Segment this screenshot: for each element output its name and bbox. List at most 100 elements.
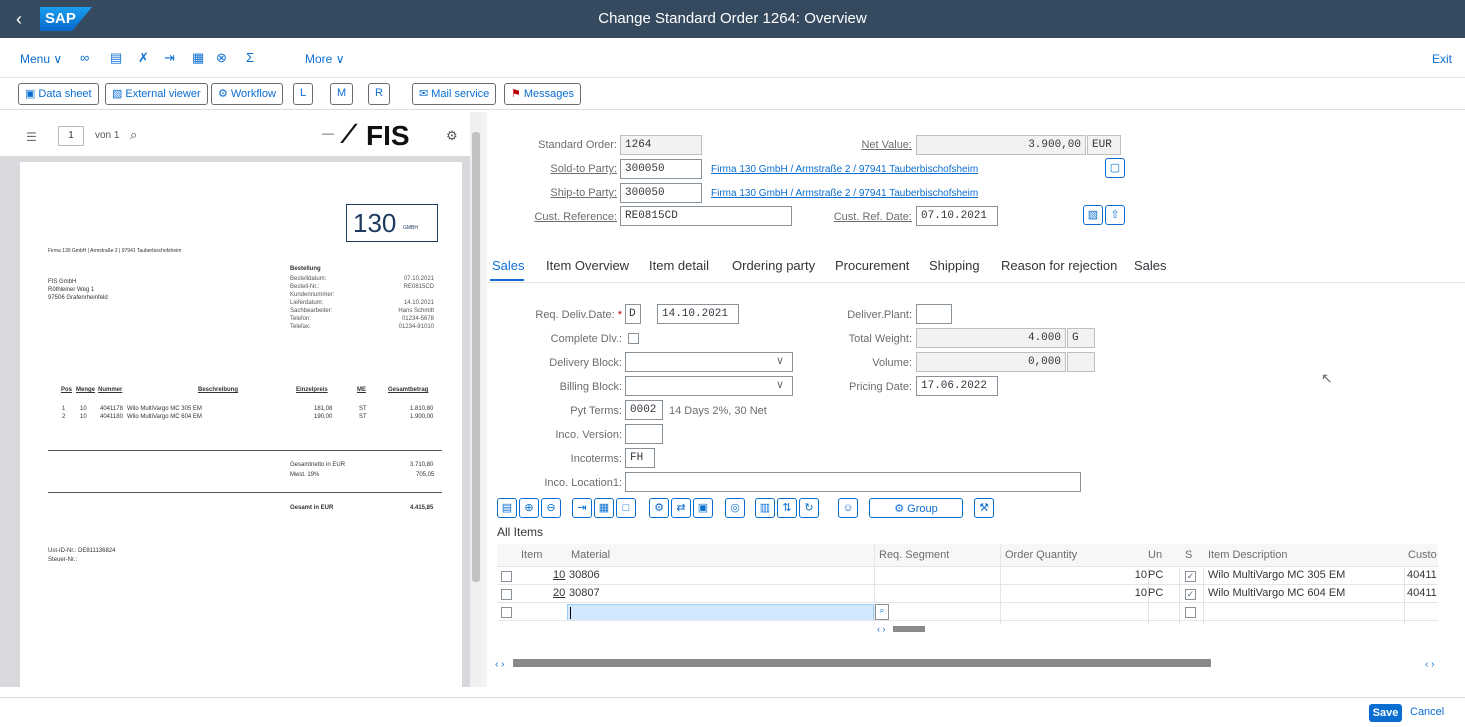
ship-to-link[interactable]: Firma 130 GmbH / Armstraße 2 / 97941 Tau…	[711, 188, 978, 199]
row-status-checkbox[interactable]: ✓	[1185, 589, 1196, 600]
add-row-button[interactable]: ⊕	[519, 498, 539, 518]
save-document-button[interactable]: ▧	[1083, 205, 1103, 225]
col-order-quantity[interactable]: Order Quantity	[1005, 544, 1077, 566]
inco-location-field[interactable]	[625, 472, 1081, 492]
row-select-checkbox[interactable]	[501, 589, 512, 600]
exit-button[interactable]: Exit	[1432, 52, 1452, 66]
export-icon[interactable]: ⇥	[164, 50, 175, 66]
sold-to-link[interactable]: Firma 130 GmbH / Armstraße 2 / 97941 Tau…	[711, 164, 978, 175]
row-customer[interactable]: 40411	[1407, 566, 1437, 584]
row-unit[interactable]: PC	[1148, 566, 1163, 584]
tab-item-detail[interactable]: Item detail	[649, 258, 709, 273]
upload-button[interactable]: ⇧	[1105, 205, 1125, 225]
row-status-checkbox[interactable]: ✓	[1185, 571, 1196, 582]
table-settings-button[interactable]: ▥	[755, 498, 775, 518]
row-item-number[interactable]: 10	[553, 566, 565, 584]
document-icon[interactable]: ▤	[110, 50, 122, 66]
col-item-description[interactable]: Item Description	[1208, 544, 1287, 566]
zoom-out-icon[interactable]: —	[322, 126, 334, 140]
l-button[interactable]: L	[293, 83, 314, 105]
search-icon[interactable]: ⌕	[130, 127, 137, 143]
row-material[interactable]: 30807	[569, 584, 600, 602]
insert-button[interactable]: ⇥	[572, 498, 592, 518]
scroll-arrows-right[interactable]: ‹ ›	[1425, 659, 1434, 670]
incoterms-field[interactable]: FH	[625, 448, 655, 468]
workflow-button[interactable]: ⚙ Workflow	[211, 83, 283, 105]
sort-button[interactable]: ⇅	[777, 498, 797, 518]
row-description[interactable]: Wilo MultiVargo MC 305 EM	[1208, 566, 1345, 584]
column-scroll-thumb[interactable]	[893, 626, 925, 632]
row-quantity[interactable]: 10	[1117, 584, 1147, 602]
tab-shipping[interactable]: Shipping	[929, 258, 980, 273]
delivery-block-select[interactable]: ∨	[625, 352, 793, 372]
req-deliv-date-field[interactable]: 14.10.2021	[657, 304, 739, 324]
translate-button[interactable]: ⇄	[671, 498, 691, 518]
row-unit[interactable]: PC	[1148, 584, 1163, 602]
ship-to-field[interactable]: 300050	[620, 183, 702, 203]
row-status-checkbox[interactable]	[1185, 607, 1196, 618]
cust-ref-date-field[interactable]: 07.10.2021	[916, 206, 998, 226]
pricing-button[interactable]: ◎	[725, 498, 745, 518]
col-material[interactable]: Material	[571, 544, 610, 566]
save-button[interactable]: Save	[1369, 704, 1402, 722]
scroll-arrows-left[interactable]: ‹ ›	[495, 659, 504, 670]
clear-icon[interactable]: ✗	[138, 50, 149, 66]
details-button[interactable]: ▤	[497, 498, 517, 518]
row-quantity[interactable]: 10	[1117, 566, 1147, 584]
col-item[interactable]: Item	[521, 544, 542, 566]
tab-sales-2[interactable]: Sales	[1134, 258, 1167, 273]
col-req-segment[interactable]: Req. Segment	[879, 544, 949, 566]
page-number-input[interactable]: 1	[58, 126, 84, 146]
glasses-icon[interactable]: ∞	[80, 50, 89, 65]
sold-to-detail-button[interactable]: ▢	[1105, 158, 1125, 178]
outline-icon[interactable]: ☰	[26, 130, 37, 144]
col-status[interactable]: S	[1185, 544, 1192, 566]
billing-block-select[interactable]: ∨	[625, 376, 793, 396]
wrench-button[interactable]: ⚒	[974, 498, 994, 518]
table-icon[interactable]: ▦	[192, 50, 204, 66]
settings-icon[interactable]: ⚙	[446, 128, 458, 144]
tab-reason-for-rejection[interactable]: Reason for rejection	[1001, 258, 1117, 273]
tab-procurement[interactable]: Procurement	[835, 258, 909, 273]
tab-sales[interactable]: Sales	[492, 258, 525, 273]
complete-dlv-checkbox[interactable]	[628, 333, 639, 344]
inco-version-field[interactable]	[625, 424, 663, 444]
row-select-checkbox[interactable]	[501, 607, 512, 618]
m-button[interactable]: M	[330, 83, 354, 105]
configure-button[interactable]: ⚙	[649, 498, 669, 518]
row-material[interactable]: 30806	[569, 566, 600, 584]
menu-button[interactable]: Menu ∨	[20, 52, 62, 66]
horizontal-scroll-thumb[interactable]	[513, 659, 1211, 667]
req-deliv-unit-field[interactable]: D	[625, 304, 641, 324]
group-button[interactable]: ⚙ Group	[869, 498, 963, 518]
data-sheet-button[interactable]: ▣ Data sheet	[18, 83, 99, 105]
pdf-scroll-thumb[interactable]	[472, 132, 480, 582]
deliver-plant-field[interactable]	[916, 304, 952, 324]
row-description[interactable]: Wilo MultiVargo MC 604 EM	[1208, 584, 1345, 602]
r-button[interactable]: R	[368, 83, 390, 105]
pricing-date-field[interactable]: 17.06.2022	[916, 376, 998, 396]
refresh-button[interactable]: ↻	[799, 498, 819, 518]
material-input-active[interactable]	[567, 604, 874, 621]
sold-to-field[interactable]: 300050	[620, 159, 702, 179]
col-unit[interactable]: Un	[1148, 544, 1162, 566]
delete-row-button[interactable]: ⊖	[541, 498, 561, 518]
cancel-circle-icon[interactable]: ⊗	[216, 50, 227, 66]
external-viewer-button[interactable]: ▧ External viewer	[105, 83, 208, 105]
row-item-number[interactable]: 20	[553, 584, 565, 602]
more-button[interactable]: More ∨	[305, 52, 344, 66]
sum-icon[interactable]: Σ	[246, 50, 254, 65]
value-help-icon[interactable]: ⌕	[875, 604, 889, 620]
cust-reference-field[interactable]: RE0815CD	[620, 206, 792, 226]
deselect-all-button[interactable]: □	[616, 498, 636, 518]
pyt-terms-field[interactable]: 0002	[625, 400, 663, 420]
copy-button[interactable]: ▣	[693, 498, 713, 518]
tab-ordering-party[interactable]: Ordering party	[732, 258, 815, 273]
person-button[interactable]: ☺	[838, 498, 858, 518]
select-all-button[interactable]: ▦	[594, 498, 614, 518]
row-select-checkbox[interactable]	[501, 571, 512, 582]
standard-order-field[interactable]: 1264	[620, 135, 702, 155]
tab-item-overview[interactable]: Item Overview	[546, 258, 629, 273]
messages-button[interactable]: ⚑ Messages	[504, 83, 582, 105]
cancel-button[interactable]: Cancel	[1410, 706, 1444, 718]
